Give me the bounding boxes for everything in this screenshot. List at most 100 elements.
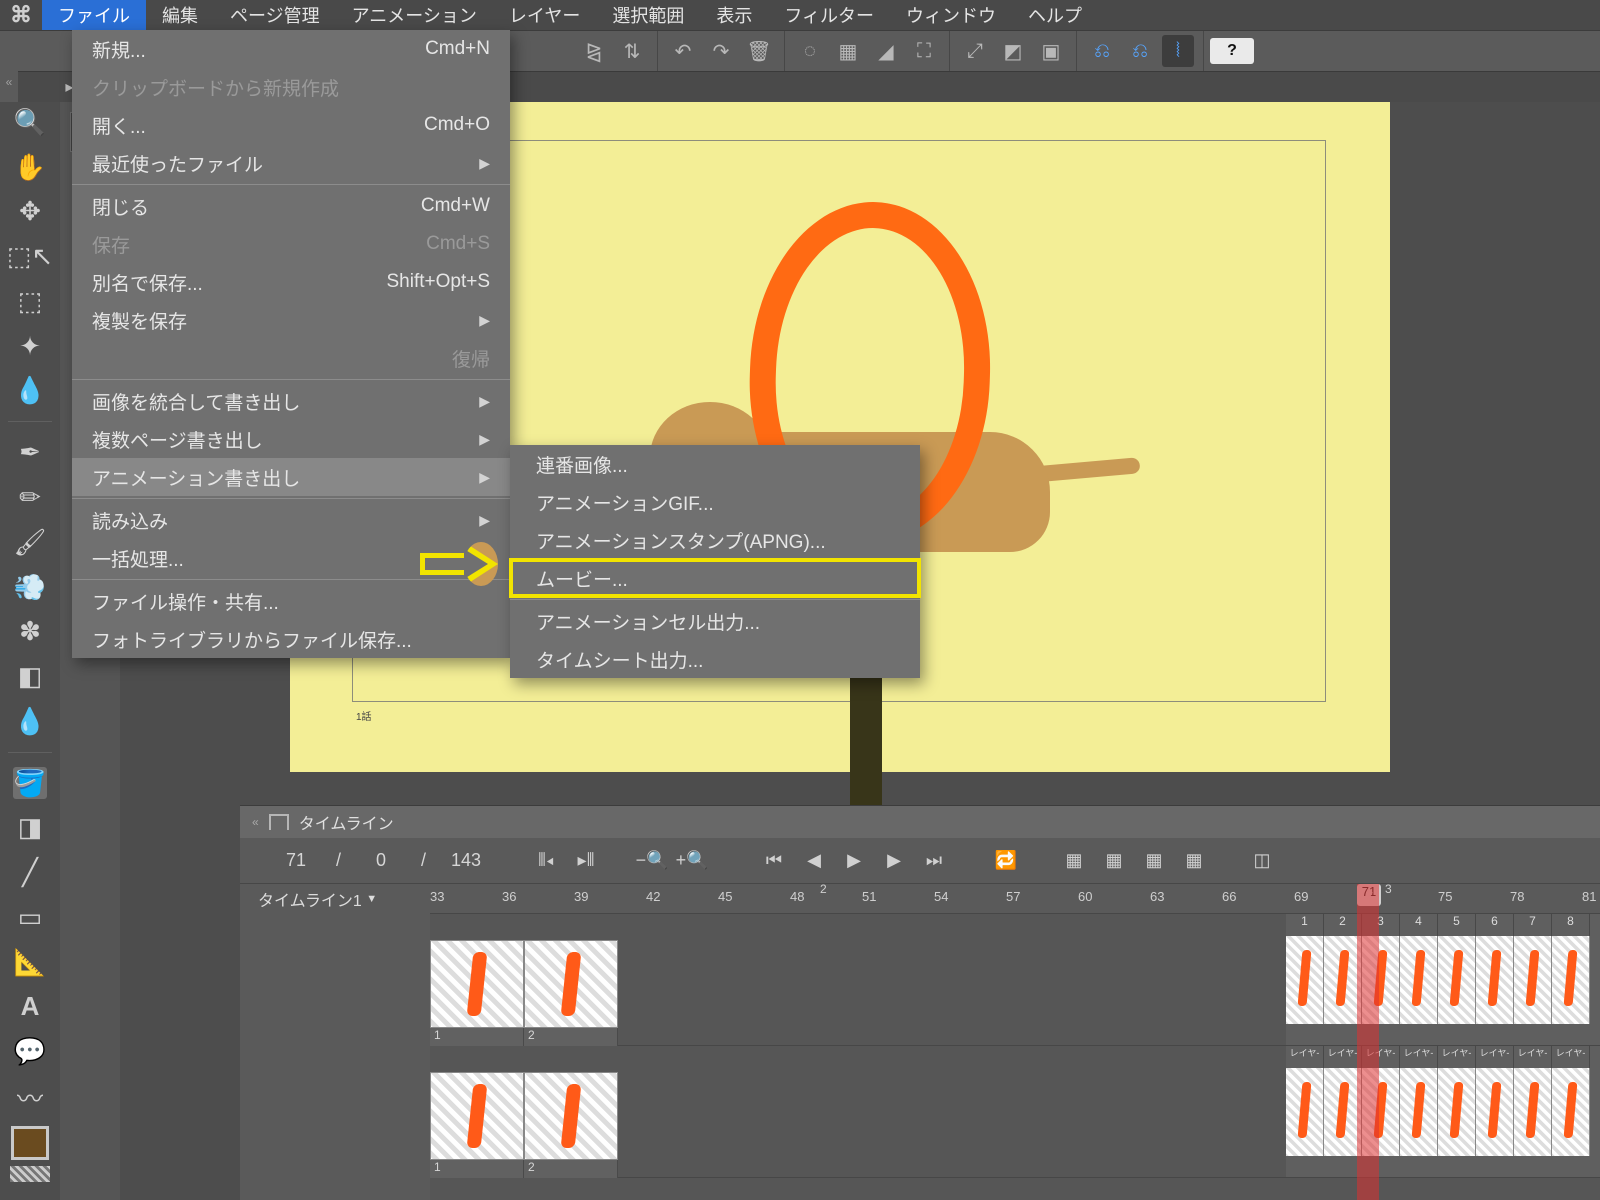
menu-view[interactable]: 表示 (700, 0, 768, 30)
hand-tool-icon[interactable]: ✋ (13, 151, 47, 184)
foreground-color[interactable] (11, 1126, 49, 1160)
toolbar-trash-icon[interactable]: 🗑 (743, 35, 775, 67)
file-menu-item[interactable]: 開く...Cmd+O (72, 106, 510, 144)
airbrush-tool-icon[interactable]: 💨 (13, 571, 47, 604)
zoom-out-icon[interactable]: −🔍 (638, 847, 666, 875)
timeline-selector[interactable]: タイムライン1 ▼ (240, 884, 430, 914)
menu-layer[interactable]: レイヤー (493, 0, 596, 30)
cel[interactable] (430, 940, 524, 1028)
mini-cel[interactable] (1400, 936, 1438, 1024)
file-menu-item[interactable]: 画像を統合して書き出し▶ (72, 382, 510, 420)
file-menu-item[interactable]: 複製を保存▶ (72, 301, 510, 339)
submenu-item[interactable]: タイムシート出力... (510, 640, 920, 678)
file-menu-item[interactable]: フォトライブラリからファイル保存... (72, 620, 510, 658)
transparent-color[interactable] (10, 1166, 50, 1182)
cel[interactable] (524, 1072, 618, 1160)
mini-cel[interactable] (1400, 1068, 1438, 1156)
menu-window[interactable]: ウィンドウ (890, 0, 1012, 30)
brush-tool-icon[interactable]: 🖌 (13, 526, 47, 559)
marquee-tool-icon[interactable]: ⬚ (13, 285, 47, 318)
file-menu-item[interactable]: ファイル操作・共有... (72, 582, 510, 620)
fill-tool-icon[interactable]: 🪣 (13, 767, 47, 800)
blend-tool-icon[interactable]: 💧 (13, 705, 47, 738)
mini-cel[interactable] (1286, 1068, 1324, 1156)
menu-filter[interactable]: フィルター (768, 0, 890, 30)
gradient-tool-icon[interactable]: ◨ (13, 811, 47, 844)
mini-cel[interactable] (1438, 1068, 1476, 1156)
pen-tool-icon[interactable]: ✒ (13, 436, 47, 469)
addcel2-icon[interactable]: ▦ (1100, 847, 1128, 875)
toolbar-flip-h-icon[interactable]: ⎌ (1086, 35, 1118, 67)
submenu-item[interactable]: アニメーションGIF... (510, 483, 920, 521)
toolbar-clear-icon[interactable]: ◌ (794, 35, 826, 67)
mini-cel[interactable] (1514, 936, 1552, 1024)
move-tool-icon[interactable]: ✥ (13, 196, 47, 229)
color-swatch[interactable] (10, 1126, 50, 1200)
loop-icon[interactable]: 🔁 (992, 847, 1020, 875)
toolbar-help-button[interactable]: ? (1210, 38, 1254, 64)
mini-cel[interactable] (1514, 1068, 1552, 1156)
menu-edit[interactable]: 編集 (146, 0, 214, 30)
mini-cel[interactable] (1438, 936, 1476, 1024)
select-tool-icon[interactable]: ⬚↖ (13, 240, 47, 273)
file-menu-item[interactable]: 閉じるCmd+W (72, 187, 510, 225)
play-icon[interactable]: ▶ (840, 847, 868, 875)
menu-animation[interactable]: アニメーション (336, 0, 493, 30)
timeline-loopstart-icon[interactable]: ⦀◂ (532, 847, 560, 875)
line-tool-icon[interactable]: ╱ (13, 856, 47, 889)
deco-tool-icon[interactable]: ✽ (13, 615, 47, 648)
text-tool-icon[interactable]: A (13, 991, 47, 1024)
submenu-item[interactable]: ムービー... (510, 559, 920, 597)
cel[interactable] (524, 940, 618, 1028)
zoom-in-icon[interactable]: +🔍 (678, 847, 706, 875)
toolbar-stepper-icon[interactable]: ⧎ (578, 35, 610, 67)
toolbar-tone-icon[interactable]: ◩ (997, 35, 1029, 67)
zoom-tool-icon[interactable]: 🔍 (13, 106, 47, 139)
toolbar-canvas-icon[interactable]: ▦ (832, 35, 864, 67)
menu-selection[interactable]: 選択範囲 (596, 0, 700, 30)
menu-page[interactable]: ページ管理 (214, 0, 336, 30)
collapse-toolbar-icon[interactable]: « (0, 61, 18, 103)
toolbar-transform-icon[interactable]: ⛶ (908, 35, 940, 67)
toolbar-select-icon[interactable]: ▣ (1035, 35, 1067, 67)
timeline-collapse-icon[interactable]: « (252, 815, 259, 829)
file-menu-item[interactable]: 読み込み▶ (72, 501, 510, 539)
erase-tool-icon[interactable]: ◧ (13, 660, 47, 693)
toolbar-fill-icon[interactable]: ◢ (870, 35, 902, 67)
cel[interactable] (430, 1072, 524, 1160)
mini-cel[interactable] (1476, 936, 1514, 1024)
toolbar-scale-icon[interactable]: ⤢ (959, 35, 991, 67)
mini-cel[interactable] (1552, 936, 1590, 1024)
go-first-icon[interactable]: ⏮ (760, 847, 788, 875)
ruler-tool-icon[interactable]: 📐 (13, 946, 47, 979)
submenu-item[interactable]: アニメーションセル出力... (510, 602, 920, 640)
go-last-icon[interactable]: ⏭ (920, 847, 948, 875)
toolbar-redo-icon[interactable]: ↷ (705, 35, 737, 67)
timeline-ruler[interactable]: 2 71 3 333639424548515457606366697275788… (430, 884, 1600, 914)
file-menu-item[interactable]: 複数ページ書き出し▶ (72, 420, 510, 458)
mini-cel[interactable] (1286, 936, 1324, 1024)
pencil-tool-icon[interactable]: ✏ (13, 481, 47, 514)
submenu-item[interactable]: 連番画像... (510, 445, 920, 483)
editcel-icon[interactable]: ▦ (1180, 847, 1208, 875)
submenu-item[interactable]: アニメーションスタンプ(APNG)... (510, 521, 920, 559)
frame-tool-icon[interactable]: ▭ (13, 901, 47, 934)
timeline-track-area[interactable]: 2 71 3 333639424548515457606366697275788… (430, 884, 1600, 1200)
wand-tool-icon[interactable]: ✦ (13, 330, 47, 363)
file-menu-item[interactable]: アニメーション書き出し▶ (72, 458, 510, 496)
step-back-icon[interactable]: ◀ (800, 847, 828, 875)
file-menu-item[interactable]: 最近使ったファイル▶ (72, 144, 510, 182)
file-menu-item[interactable]: 別名で保存...Shift+Opt+S (72, 263, 510, 301)
toolbar-flip-v-icon[interactable]: ⎌ (1124, 35, 1156, 67)
toolbar-undo-icon[interactable]: ↶ (667, 35, 699, 67)
delcel-icon[interactable]: ▦ (1140, 847, 1168, 875)
menu-help[interactable]: ヘルプ (1012, 0, 1098, 30)
toolbar-symmetry-icon[interactable]: ⦚ (1162, 35, 1194, 67)
timeline-loopend-icon[interactable]: ▸⦀ (572, 847, 600, 875)
eyedrop-tool-icon[interactable]: 💧 (13, 375, 47, 408)
playhead[interactable] (1357, 884, 1379, 1200)
toolbar-sort-icon[interactable]: ⇅ (616, 35, 648, 67)
step-fwd-icon[interactable]: ▶ (880, 847, 908, 875)
file-menu-item[interactable]: 新規...Cmd+N (72, 30, 510, 68)
balloon-tool-icon[interactable]: 💬 (13, 1035, 47, 1068)
